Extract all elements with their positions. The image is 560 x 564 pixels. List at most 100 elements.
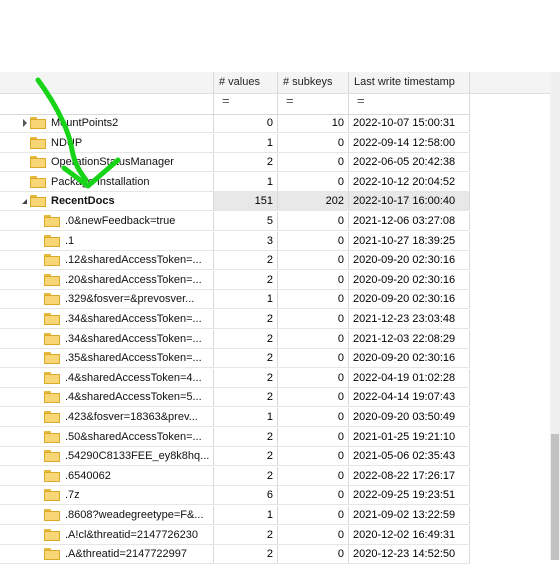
key-name: RecentDocs xyxy=(51,195,115,208)
key-name-cell[interactable]: .A&threatid=2147722997 xyxy=(0,545,214,564)
chevron-right-icon[interactable] xyxy=(23,119,27,127)
key-name-cell[interactable]: .54290C8133FEE_ey8k8hq... xyxy=(0,447,214,466)
key-name-cell[interactable]: .20&sharedAccessToken=... xyxy=(0,270,214,289)
key-name: .329&fosver=&prevosver... xyxy=(65,293,195,306)
key-name-cell[interactable]: .8608?weadegreetype=F&... xyxy=(0,506,214,524)
table-row[interactable]: .20&sharedAccessToken=... 2 0 2020-09-20 02… xyxy=(0,270,470,290)
key-name-cell[interactable]: .35&sharedAccessToken=... xyxy=(0,349,214,368)
table-row[interactable]: RecentDocs 151 202 2022-10-17 16:00:40 xyxy=(0,192,470,212)
last-write-timestamp: 2022-10-07 15:00:31 xyxy=(349,114,470,132)
subkey-count: 0 xyxy=(278,427,349,446)
column-header-timestamp[interactable]: Last write timestamp xyxy=(349,72,470,93)
value-count: 1 xyxy=(214,290,278,309)
key-name: Package Installation xyxy=(51,175,150,188)
last-write-timestamp: 2022-10-17 16:00:40 xyxy=(349,192,470,211)
column-header-values[interactable]: # values xyxy=(214,72,278,93)
key-name-cell[interactable]: .34&sharedAccessToken=... xyxy=(0,310,214,328)
filter-values[interactable]: = xyxy=(214,93,278,114)
value-count: 2 xyxy=(214,427,278,446)
table-row[interactable]: .329&fosver=&prevosver... 1 0 2020-09-20 02… xyxy=(0,290,470,310)
key-name-cell[interactable]: MountPoints2 xyxy=(0,114,214,132)
key-name-cell[interactable]: RecentDocs xyxy=(0,192,214,211)
vertical-scrollbar[interactable] xyxy=(550,72,560,560)
key-name: .A&threatid=2147722997 xyxy=(65,548,188,561)
table-row[interactable]: .34&sharedAccessToken=... 2 0 2021-12-03 22… xyxy=(0,329,470,349)
value-count: 2 xyxy=(214,251,278,270)
value-count: 3 xyxy=(214,231,278,250)
table-row[interactable]: .6540062 2 0 2022-08-22 17:26:17 xyxy=(0,466,470,486)
key-name-cell[interactable]: .4&sharedAccessToken=5... xyxy=(0,388,214,407)
folder-icon xyxy=(44,371,60,384)
table-row[interactable]: .4&sharedAccessToken=4... 2 0 2022-04-19 01… xyxy=(0,368,470,388)
scrollbar-thumb[interactable] xyxy=(551,434,559,560)
column-header-name[interactable] xyxy=(0,72,214,93)
key-name: .35&sharedAccessToken=... xyxy=(65,352,202,365)
subkey-count: 0 xyxy=(278,133,349,152)
table-row[interactable]: .0&newFeedback=true 5 0 2021-12-06 03:27:08 xyxy=(0,212,470,231)
last-write-timestamp: 2020-12-02 16:49:31 xyxy=(349,525,470,544)
filter-row: = = = xyxy=(0,93,470,115)
value-count: 2 xyxy=(214,466,278,485)
value-count: 5 xyxy=(214,212,278,230)
filter-subkeys[interactable]: = xyxy=(278,93,349,114)
key-name-cell[interactable]: .7z xyxy=(0,486,214,505)
key-name: .A!cl&threatid=2147726230 xyxy=(65,528,199,541)
key-name-cell[interactable]: .34&sharedAccessToken=... xyxy=(0,329,214,348)
value-count: 2 xyxy=(214,349,278,368)
table-row[interactable]: .A&threatid=2147722997 2 0 2020-12-23 14:52… xyxy=(0,545,470,564)
key-name-cell[interactable]: .4&sharedAccessToken=4... xyxy=(0,368,214,387)
table-row[interactable]: .12&sharedAccessToken=... 2 0 2020-09-20 02… xyxy=(0,251,470,271)
key-name-cell[interactable]: .50&sharedAccessToken=... xyxy=(0,427,214,446)
key-name: OperationStatusManager xyxy=(51,156,174,169)
last-write-timestamp: 2020-09-20 02:30:16 xyxy=(349,251,470,270)
folder-icon xyxy=(44,469,60,482)
filter-equals-icon: = xyxy=(286,93,294,108)
key-name-cell[interactable]: .423&fosver=18363&prev... xyxy=(0,408,214,426)
table-row[interactable]: MountPoints2 0 10 2022-10-07 15:00:31 xyxy=(0,114,470,133)
last-write-timestamp: 2022-09-14 12:58:00 xyxy=(349,133,470,152)
column-header-subkeys[interactable]: # subkeys xyxy=(278,72,349,93)
table-row[interactable]: .7z 6 0 2022-09-25 19:23:51 xyxy=(0,486,470,506)
key-name-cell[interactable]: .0&newFeedback=true xyxy=(0,212,214,230)
table-row[interactable]: .54290C8133FEE_ey8k8hq... 2 0 2021-05-06 02… xyxy=(0,447,470,467)
chevron-down-icon[interactable] xyxy=(22,199,27,205)
key-name-cell[interactable]: .12&sharedAccessToken=... xyxy=(0,251,214,270)
table-row[interactable]: .35&sharedAccessToken=... 2 0 2020-09-20 02… xyxy=(0,349,470,369)
key-name: .4&sharedAccessToken=4... xyxy=(65,371,202,384)
key-name: .4&sharedAccessToken=5... xyxy=(65,391,202,404)
last-write-timestamp: 2021-05-06 02:35:43 xyxy=(349,447,470,466)
filter-equals-icon: = xyxy=(222,93,230,108)
key-name-cell[interactable]: .1 xyxy=(0,231,214,250)
key-name-cell[interactable]: .329&fosver=&prevosver... xyxy=(0,290,214,309)
table-row[interactable]: .34&sharedAccessToken=... 2 0 2021-12-23 23… xyxy=(0,310,470,329)
folder-icon xyxy=(30,175,46,188)
key-name: .8608?weadegreetype=F&... xyxy=(65,509,204,521)
key-name-cell[interactable]: NDUP xyxy=(0,133,214,152)
table-row[interactable]: .A!cl&threatid=2147726230 2 0 2020-12-02 16… xyxy=(0,525,470,545)
table-row[interactable]: NDUP 1 0 2022-09-14 12:58:00 xyxy=(0,133,470,153)
value-count: 0 xyxy=(214,114,278,132)
table-row[interactable]: .423&fosver=18363&prev... 1 0 2020-09-20 03… xyxy=(0,408,470,427)
folder-icon xyxy=(44,332,60,345)
key-name-cell[interactable]: .A!cl&threatid=2147726230 xyxy=(0,525,214,544)
value-count: 1 xyxy=(214,506,278,524)
value-count: 2 xyxy=(214,329,278,348)
table-row[interactable]: .1 3 0 2021-10-27 18:39:25 xyxy=(0,231,470,251)
table-row[interactable]: OperationStatusManager 2 0 2022-06-05 20:42… xyxy=(0,153,470,173)
subkey-count: 0 xyxy=(278,310,349,328)
key-name: .12&sharedAccessToken=... xyxy=(65,254,202,267)
key-name-cell[interactable]: .6540062 xyxy=(0,466,214,485)
filter-name[interactable] xyxy=(0,94,214,114)
table-row[interactable]: .4&sharedAccessToken=5... 2 0 2022-04-14 19… xyxy=(0,388,470,408)
key-name-cell[interactable]: OperationStatusManager xyxy=(0,153,214,172)
key-name-cell[interactable]: Package Installation xyxy=(0,172,214,191)
key-name: .7z xyxy=(65,489,80,502)
last-write-timestamp: 2021-09-02 13:22:59 xyxy=(349,506,470,524)
folder-icon xyxy=(44,430,60,443)
folder-icon xyxy=(44,352,60,365)
table-row[interactable]: .50&sharedAccessToken=... 2 0 2021-01-25 19… xyxy=(0,427,470,447)
table-row[interactable]: Package Installation 1 0 2022-10-12 20:04:5… xyxy=(0,172,470,192)
table-row[interactable]: .8608?weadegreetype=F&... 1 0 2021-09-02 13… xyxy=(0,506,470,525)
filter-timestamp[interactable]: = xyxy=(349,93,470,114)
subkey-count: 0 xyxy=(278,545,349,564)
